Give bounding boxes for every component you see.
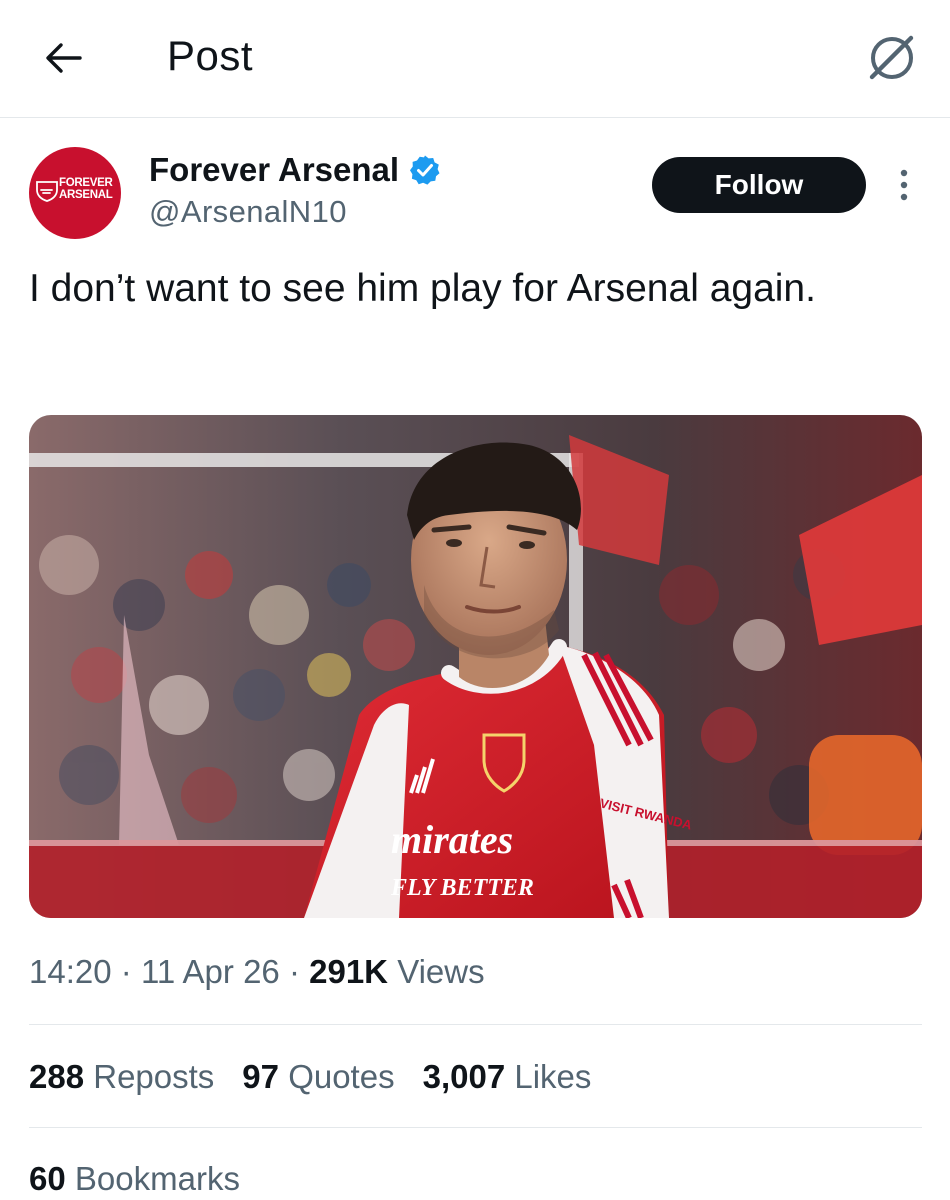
quotes-label: Quotes: [288, 1058, 395, 1095]
bookmarks-label: Bookmarks: [74, 1160, 240, 1197]
avatar-label: FOREVER ARSENAL: [59, 177, 113, 201]
tweet-date[interactable]: 11 Apr 26: [141, 953, 280, 990]
back-button[interactable]: [40, 34, 88, 82]
verified-badge-icon[interactable]: [409, 154, 441, 186]
cannon-crest-icon: [36, 181, 58, 202]
meta-separator: ·: [288, 953, 300, 990]
meta-separator: ·: [120, 953, 132, 990]
more-options-button[interactable]: [890, 166, 918, 206]
post-page: Post FOREVER ARSENAL Forever Arsenal @Ar…: [0, 0, 950, 1200]
reposts-stat[interactable]: 288 Reposts: [29, 1058, 214, 1096]
more-vertical-icon: [900, 169, 908, 201]
player-photo: mirates FLY BETTER VISIT RWANDA: [29, 415, 922, 918]
bookmarks-stat[interactable]: 60 Bookmarks: [29, 1160, 240, 1198]
grok-button[interactable]: [864, 30, 920, 86]
tweet-media-image[interactable]: mirates FLY BETTER VISIT RWANDA: [29, 415, 922, 918]
author-handle[interactable]: @ArsenalN10: [149, 194, 347, 230]
divider: [29, 1127, 922, 1128]
quotes-count: 97: [242, 1058, 280, 1095]
page-title: Post: [167, 32, 254, 79]
reposts-label: Reposts: [93, 1058, 215, 1095]
follow-button[interactable]: Follow: [652, 157, 866, 213]
reposts-count: 288: [29, 1058, 85, 1095]
views-count: 291K: [309, 953, 389, 990]
grok-icon: [869, 35, 914, 80]
quotes-stat[interactable]: 97 Quotes: [242, 1058, 394, 1096]
tweet-meta: 14:20 · 11 Apr 26 · 291K Views: [29, 953, 485, 991]
likes-count: 3,007: [422, 1058, 506, 1095]
likes-stat[interactable]: 3,007 Likes: [423, 1058, 592, 1096]
engagement-stats: 288 Reposts 97 Quotes 3,007 Likes: [29, 1058, 619, 1096]
avatar[interactable]: FOREVER ARSENAL: [29, 147, 121, 239]
likes-label: Likes: [514, 1058, 592, 1095]
views-label: Views: [397, 953, 485, 990]
bookmarks-count: 60: [29, 1160, 66, 1197]
arrow-left-icon: [46, 43, 82, 73]
display-name[interactable]: Forever Arsenal: [149, 151, 399, 189]
tweet-time[interactable]: 14:20: [29, 953, 112, 990]
kit-sponsor-text: mirates: [391, 817, 513, 862]
tweet-text: I don’t want to see him play for Arsenal…: [29, 267, 816, 310]
divider: [29, 1024, 922, 1025]
top-bar: Post: [0, 0, 950, 118]
author-name-row: Forever Arsenal: [149, 150, 441, 190]
kit-sponsor-subtext: FLY BETTER: [390, 875, 534, 901]
